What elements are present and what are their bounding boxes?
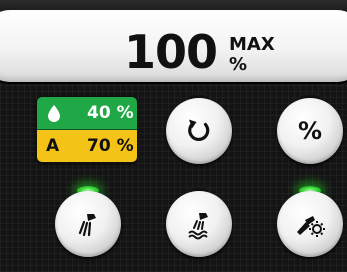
display-value: 100 xyxy=(124,25,218,79)
reset-button[interactable] xyxy=(166,98,232,164)
display-max-label: MAX xyxy=(229,34,275,55)
air-level-value: 70 % xyxy=(87,136,134,156)
spray-button[interactable] xyxy=(55,191,121,257)
reset-icon xyxy=(188,119,210,142)
air-letter: A xyxy=(46,136,60,156)
spray-light-icon xyxy=(297,216,325,237)
percent-button-label: % xyxy=(297,117,323,145)
spray-nozzle-icon xyxy=(78,214,96,237)
spray-light-button[interactable] xyxy=(277,191,343,257)
display-unit: % xyxy=(229,54,248,75)
water-level-value: 40 % xyxy=(87,103,134,123)
air-status-row: A 70 % xyxy=(37,130,137,162)
water-drop-icon xyxy=(45,104,63,122)
percent-button[interactable]: % xyxy=(277,98,343,164)
status-panel: 40 % A 70 % xyxy=(36,96,138,163)
lcd-display: 100 MAX % xyxy=(0,10,347,82)
water-status-row: 40 % xyxy=(37,97,137,130)
spray-water-icon xyxy=(188,213,208,240)
spray-water-button[interactable] xyxy=(166,191,232,257)
